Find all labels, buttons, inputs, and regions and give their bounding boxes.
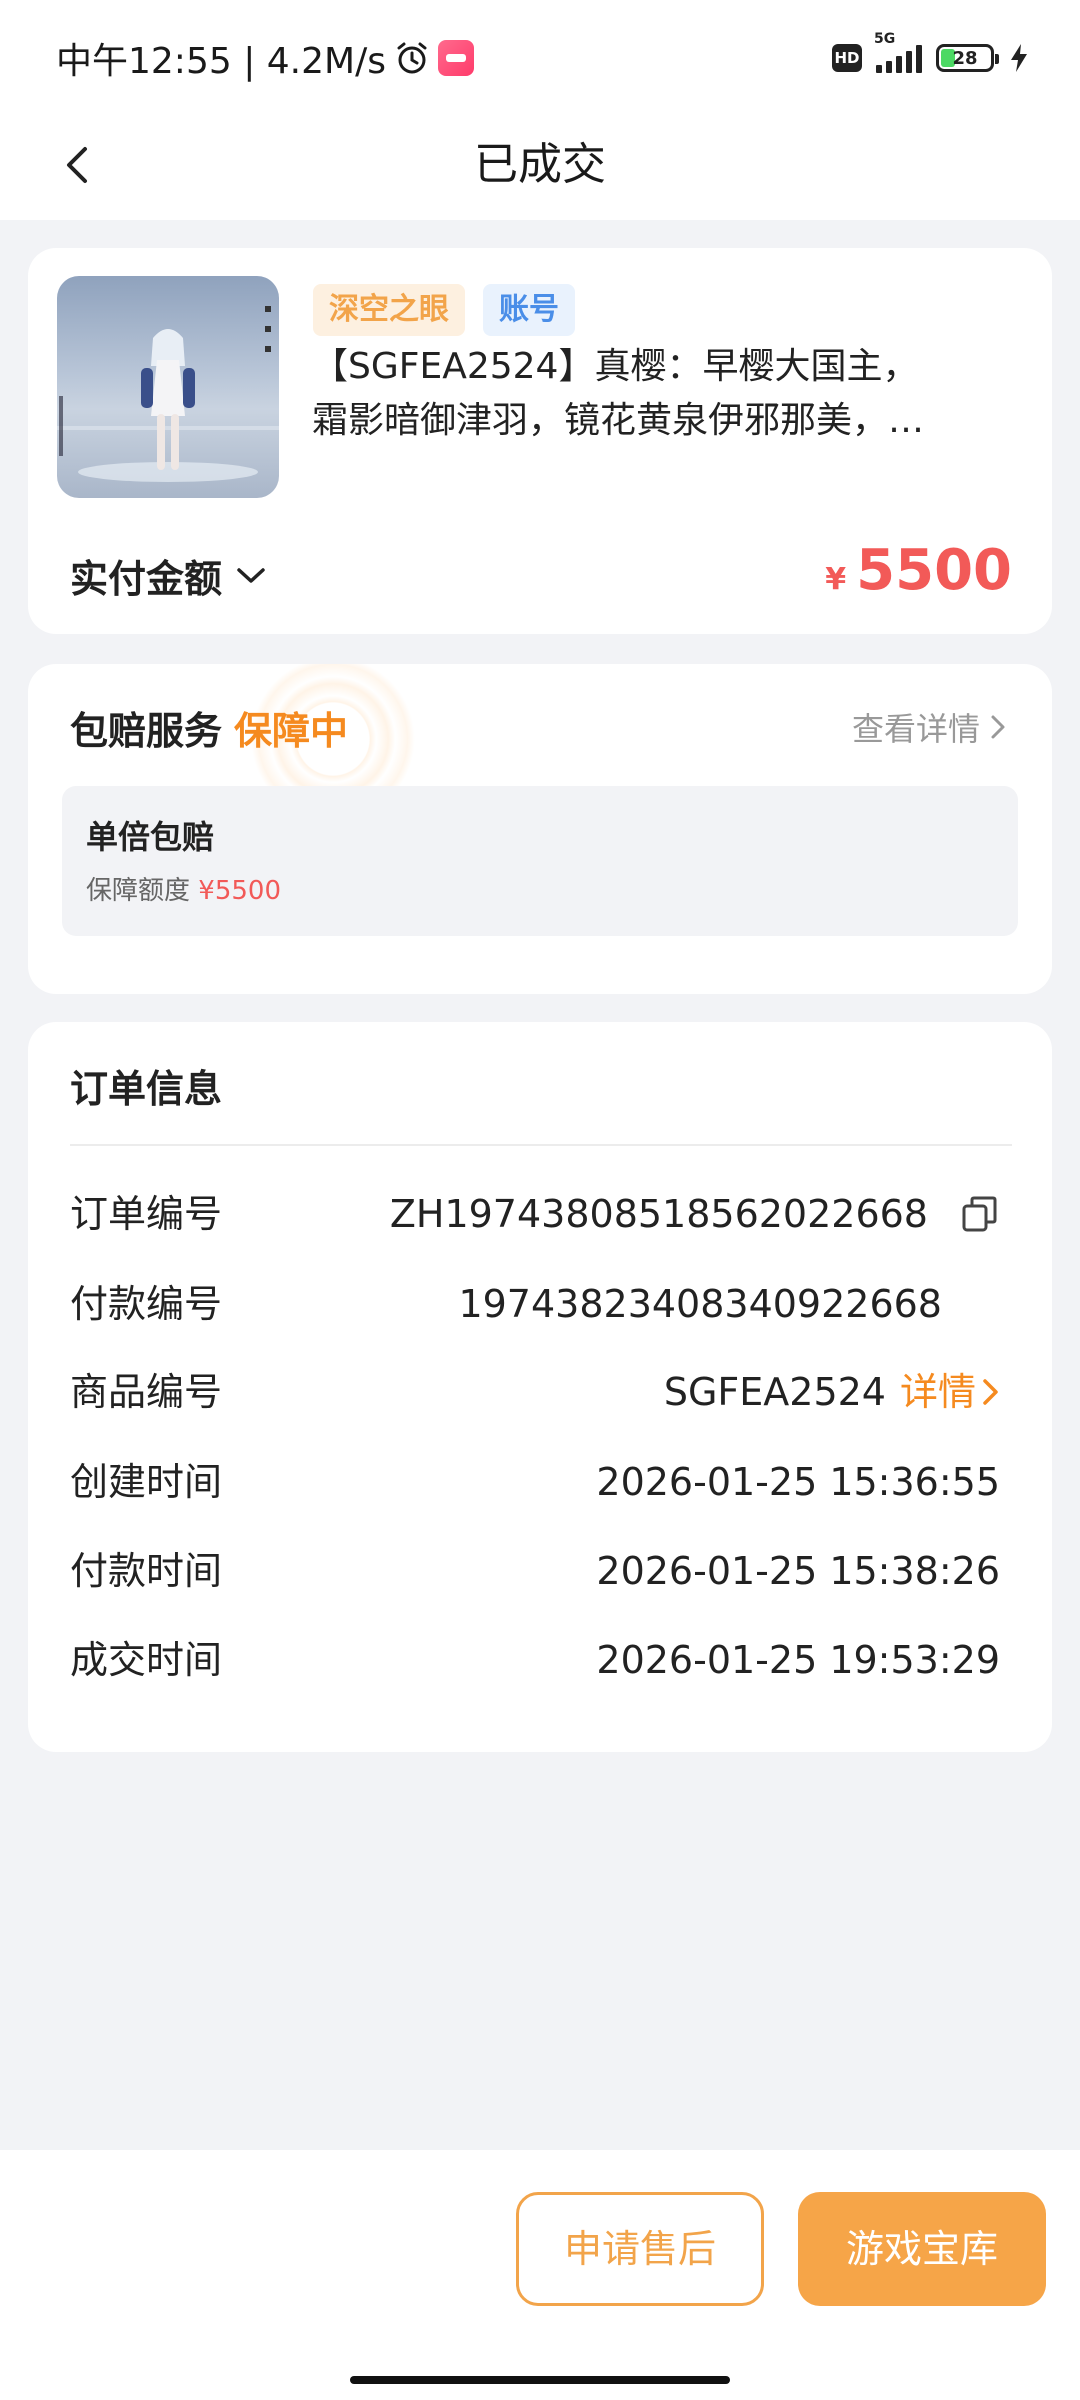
bottom-action-bar: 申请售后 游戏宝库: [0, 2150, 1080, 2400]
chevron-right-icon: [983, 1379, 998, 1405]
row-label: 创建时间: [70, 1460, 223, 1504]
product-title[interactable]: 【SGFEA2524】真樱：早樱大国主， 霜影暗御津羽，镜花黄泉伊邪那美，…: [312, 340, 1032, 448]
charging-bolt-icon: [1011, 44, 1027, 72]
order-info-card: 订单信息 订单编号 ZH1974380851856202266​8 付款编号 1…: [28, 1022, 1052, 1752]
row-label: 订单编号: [70, 1192, 223, 1236]
limit-value: ¥5500: [198, 876, 281, 906]
nav-header: 已成交: [0, 110, 1080, 220]
hd-badge: HD: [832, 44, 862, 72]
page-title: 已成交: [474, 139, 606, 190]
guarantee-header: 包赔服务 保障中: [70, 700, 348, 755]
alarm-icon: [397, 42, 427, 74]
copy-icon[interactable]: [960, 1194, 1000, 1234]
chevron-right-icon: [991, 715, 1005, 739]
row-value-wrap: SGFEA2524 详情: [664, 1362, 1000, 1422]
back-button[interactable]: [44, 130, 114, 200]
created-time-value: 2026-01-25 15:36:55: [596, 1460, 1000, 1504]
detail-link-label: 查看详情: [851, 710, 980, 748]
guarantee-detail-link[interactable]: 查看详情: [852, 704, 1006, 750]
type-tag: 账号: [483, 284, 575, 336]
guarantee-card: 包赔服务 保障中 查看详情 单倍包赔 保障额度 ¥5500: [28, 664, 1052, 994]
row-label: 成交时间: [70, 1638, 223, 1682]
created-time-row: 创建时间 2026-01-25 15:36:55: [70, 1452, 1000, 1512]
row-label: 付款时间: [70, 1549, 223, 1593]
deal-time-value: 2026-01-25 19:53:29: [596, 1638, 1000, 1682]
status-right: HD 5G 28: [832, 31, 1030, 78]
amount-number: 5500: [856, 538, 1012, 603]
game-tag: 深空之眼: [313, 284, 465, 336]
amount-label: 实付金额: [70, 557, 223, 601]
status-time-speed: 中午12:55 | 4.2M/s: [56, 41, 386, 82]
guarantee-plan-box: 单倍包赔 保障额度 ¥5500: [62, 786, 1018, 936]
plan-limit: 保障额度 ¥5500: [86, 870, 281, 907]
limit-label: 保障额度: [86, 876, 191, 906]
row-label: 商品编号: [70, 1370, 223, 1414]
product-card[interactable]: 深空之眼 账号 【SGFEA2524】真樱：早樱大国主， 霜影暗御津羽，镜花黄泉…: [28, 248, 1052, 634]
product-thumbnail[interactable]: [57, 276, 279, 498]
status-bar: 中午12:55 | 4.2M/s HD 5G 28: [0, 0, 1080, 110]
plan-title: 单倍包赔: [86, 818, 215, 856]
order-number-row: 订单编号 ZH1974380851856202266​8: [70, 1184, 1000, 1244]
row-value-wrap: ZH1974380851856202266​8: [390, 1184, 1000, 1244]
network-type: 5G: [874, 31, 896, 47]
battery-icon: 28: [936, 44, 999, 72]
product-tags: 深空之眼 账号: [313, 284, 575, 336]
chevron-left-icon: [67, 147, 87, 183]
payment-number-row: 付款编号 1974382340834092266​8: [70, 1274, 1000, 1334]
row-value-wrap: 1974382340834092266​8: [458, 1274, 942, 1334]
paid-time-row: 付款时间 2026-01-25 15:38:26: [70, 1541, 1000, 1601]
character-figure-image: [57, 306, 279, 482]
product-number-row: 商品编号 SGFEA2524 详情: [70, 1362, 1000, 1422]
product-detail-label: 详情: [899, 1370, 976, 1414]
guarantee-status: 保障中: [234, 709, 349, 753]
amount-value: ¥ 5500: [825, 538, 1012, 603]
paid-time-value: 2026-01-25 15:38:26: [596, 1549, 1000, 1593]
deal-time-row: 成交时间 2026-01-25 19:53:29: [70, 1630, 1000, 1690]
signal-icon: 5G: [874, 31, 922, 73]
order-info-title: 订单信息: [70, 1067, 223, 1111]
after-sale-button[interactable]: 申请售后: [516, 2192, 764, 2306]
status-left: 中午12:55 | 4.2M/s: [56, 32, 474, 84]
row-label: 付款编号: [70, 1282, 223, 1326]
currency-symbol: ¥: [825, 562, 847, 597]
amount-toggle[interactable]: 实付金额: [70, 548, 266, 603]
product-number-value: SGFEA2524: [663, 1370, 886, 1414]
chevron-down-icon: [237, 567, 265, 583]
product-detail-link[interactable]: 详情: [900, 1362, 1000, 1422]
game-vault-button[interactable]: 游戏宝库: [798, 2192, 1046, 2306]
battery-level: 28: [952, 47, 978, 69]
home-indicator[interactable]: [350, 2376, 730, 2384]
guarantee-title: 包赔服务: [70, 709, 223, 753]
payment-number-value: 1974382340834092266​8: [458, 1282, 942, 1326]
order-number-value: ZH1974380851856202266​8: [389, 1192, 928, 1236]
divider: [70, 1144, 1012, 1146]
app-notification-icon: [437, 40, 474, 76]
